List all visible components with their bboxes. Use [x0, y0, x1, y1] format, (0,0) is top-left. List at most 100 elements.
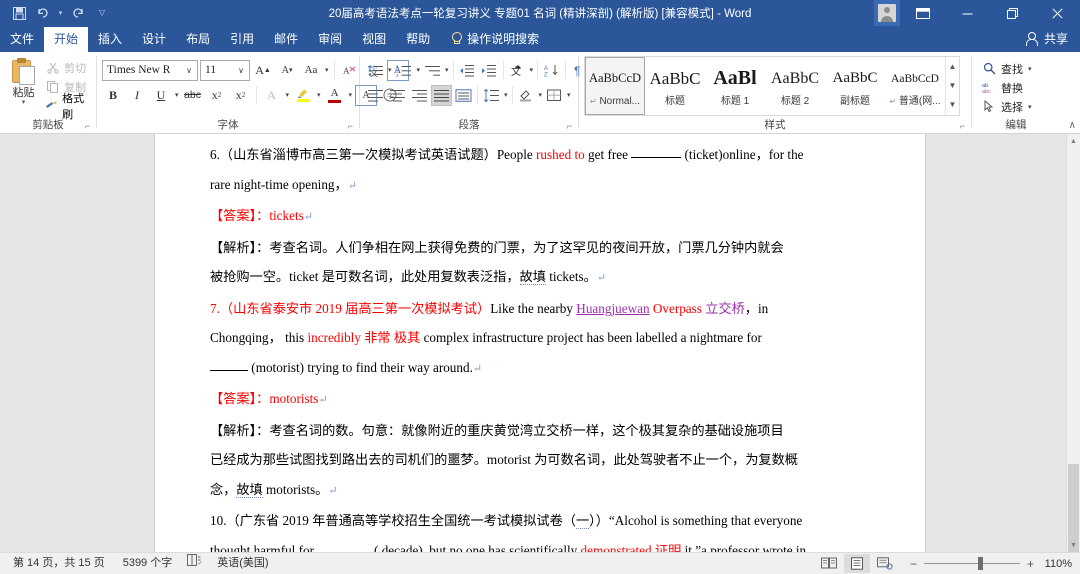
- customize-qat-icon[interactable]: ▽: [91, 3, 113, 23]
- styles-gallery-scrollbar[interactable]: ▲ ▼ ▼: [945, 57, 959, 115]
- text-effects-icon[interactable]: A: [261, 85, 283, 106]
- paragraph-q7-answer[interactable]: 【答案】：motorists↵: [210, 384, 865, 416]
- paragraph-q6-answer[interactable]: 【答案】：tickets↵: [210, 201, 865, 233]
- paragraph-q6-line2[interactable]: rare night-time opening，↵: [210, 170, 865, 202]
- cut-button[interactable]: 剪切: [42, 59, 91, 76]
- italic-button[interactable]: I: [126, 85, 148, 106]
- find-dropdown-icon[interactable]: ▾: [1027, 65, 1033, 73]
- superscript-button[interactable]: x2: [230, 85, 252, 106]
- page-content[interactable]: 6.（山东省淄博市高三第一次模拟考试英语试题）People rushed to …: [155, 134, 925, 552]
- numbering-dropdown-icon[interactable]: ▾: [416, 66, 422, 74]
- numbering-icon[interactable]: 123: [394, 60, 415, 81]
- increase-indent-icon[interactable]: [479, 60, 500, 81]
- select-dropdown-icon[interactable]: ▾: [1027, 103, 1033, 111]
- underline-button[interactable]: U: [150, 85, 172, 106]
- paragraph-q10-line1[interactable]: 10.（广东省 2019 年普通高等学校招生全国统一考试模拟试卷（一））“Alc…: [210, 506, 865, 536]
- style-item-heading1[interactable]: AaBl 标题 1: [705, 57, 765, 115]
- tell-me-search[interactable]: 操作说明搜索: [440, 26, 547, 52]
- multilevel-list-icon[interactable]: [422, 60, 443, 81]
- account-avatar[interactable]: [874, 0, 900, 26]
- styles-dialog-launcher[interactable]: ⌐: [957, 121, 968, 132]
- paragraph-q7-line1[interactable]: 7.（山东省泰安市 2019 届高三第一次模拟考试）Like the nearb…: [210, 294, 865, 324]
- line-spacing-dropdown-icon[interactable]: ▾: [503, 91, 509, 99]
- zoom-level-label[interactable]: 110%: [1042, 558, 1076, 570]
- document-area[interactable]: 6.（山东省淄博市高三第一次模拟考试英语试题）People rushed to …: [0, 134, 1080, 552]
- decrease-indent-icon[interactable]: [457, 60, 478, 81]
- text-highlight-color-icon[interactable]: [292, 85, 314, 106]
- paragraph-dialog-launcher[interactable]: ⌐: [564, 121, 575, 132]
- find-button[interactable]: 查找 ▾: [977, 59, 1033, 78]
- restore-button[interactable]: [990, 0, 1035, 26]
- tab-references[interactable]: 引用: [220, 27, 264, 52]
- share-button[interactable]: 共享: [1018, 26, 1080, 52]
- change-case-dropdown-icon[interactable]: ▾: [324, 66, 330, 74]
- clipboard-dialog-launcher[interactable]: ⌐: [82, 121, 93, 132]
- tab-home[interactable]: 开始: [44, 27, 89, 52]
- paragraph-q6-line1[interactable]: 6.（山东省淄博市高三第一次模拟考试英语试题）People rushed to …: [210, 140, 865, 170]
- page-number-status[interactable]: 第 14 页，共 15 页: [4, 553, 114, 574]
- align-center-icon[interactable]: [387, 85, 408, 106]
- ribbon-display-options-icon[interactable]: [900, 0, 945, 26]
- paragraph-q10-line2[interactable]: thought harmful for ( decade), but no one…: [210, 536, 865, 552]
- paste-button[interactable]: 粘贴 ▾: [5, 56, 42, 106]
- word-count-status[interactable]: 5399 个字: [114, 553, 182, 574]
- minimize-button[interactable]: [945, 0, 990, 26]
- close-button[interactable]: [1035, 0, 1080, 26]
- scroll-down-icon[interactable]: ▼: [1067, 538, 1080, 552]
- collapse-ribbon-icon[interactable]: ∧: [1069, 120, 1076, 131]
- style-item-subtitle[interactable]: AaBbC 副标题: [825, 57, 885, 115]
- gallery-scroll-up-icon[interactable]: ▲: [949, 58, 957, 76]
- chinese-layout-icon[interactable]: 文: [507, 60, 528, 81]
- strikethrough-button[interactable]: abc: [182, 85, 204, 106]
- change-case-button[interactable]: Aa: [300, 60, 322, 81]
- read-mode-view-button[interactable]: [816, 554, 842, 573]
- shading-dropdown-icon[interactable]: ▾: [538, 91, 544, 99]
- bullets-dropdown-icon[interactable]: ▾: [387, 66, 393, 74]
- bold-button[interactable]: B: [102, 85, 124, 106]
- align-left-icon[interactable]: [365, 85, 386, 106]
- undo-icon[interactable]: [32, 3, 54, 23]
- scroll-up-icon[interactable]: ▲: [1067, 134, 1080, 148]
- justify-icon[interactable]: [431, 84, 452, 106]
- font-size-combo[interactable]: 11 ∨: [200, 59, 250, 81]
- zoom-out-button[interactable]: −: [910, 558, 917, 570]
- clear-formatting-icon[interactable]: A: [339, 60, 361, 81]
- tab-review[interactable]: 审阅: [308, 27, 352, 52]
- highlight-dropdown-icon[interactable]: ▾: [316, 91, 322, 99]
- gallery-scroll-down-icon[interactable]: ▼: [949, 77, 957, 95]
- underline-dropdown-icon[interactable]: ▾: [174, 91, 180, 99]
- undo-dropdown-icon[interactable]: ▾: [56, 3, 65, 23]
- tab-layout[interactable]: 布局: [176, 27, 220, 52]
- select-button[interactable]: 选择 ▾: [977, 97, 1033, 116]
- borders-dropdown-icon[interactable]: ▾: [566, 91, 572, 99]
- shading-icon[interactable]: [516, 85, 537, 106]
- style-item-heading2[interactable]: AaBbC 标题 2: [765, 57, 825, 115]
- tab-file[interactable]: 文件: [0, 27, 44, 52]
- paragraph-q7-line2[interactable]: Chongqing， this incredibly 非常 极其 complex…: [210, 323, 865, 353]
- paragraph-q7-analysis-2[interactable]: 已经成为那些试图找到路出去的司机们的噩梦。motorist 为可数名词，此处驾驶…: [210, 445, 865, 475]
- document-page[interactable]: 6.（山东省淄博市高三第一次模拟考试英语试题）People rushed to …: [155, 134, 925, 552]
- vertical-scrollbar[interactable]: ▲ ▼: [1066, 134, 1080, 552]
- save-icon[interactable]: [8, 3, 30, 23]
- bullets-icon[interactable]: [365, 60, 386, 81]
- font-color-icon[interactable]: A: [324, 85, 346, 106]
- web-layout-view-button[interactable]: [872, 554, 898, 573]
- font-color-dropdown-icon[interactable]: ▾: [348, 91, 354, 99]
- distributed-align-icon[interactable]: [453, 85, 474, 106]
- paste-dropdown-icon[interactable]: ▾: [22, 99, 26, 106]
- paragraph-q7-line3[interactable]: (motorist) trying to find their way arou…: [210, 353, 865, 385]
- print-layout-view-button[interactable]: [843, 554, 870, 573]
- subscript-button[interactable]: x2: [206, 85, 228, 106]
- tab-help[interactable]: 帮助: [396, 27, 440, 52]
- text-effects-dropdown-icon[interactable]: ▾: [285, 91, 291, 99]
- paragraph-q7-analysis-1[interactable]: 【解析】：考查名词的数。句意：就像附近的重庆黄觉湾立交桥一样，这个极其复杂的基础…: [210, 416, 865, 446]
- replace-button[interactable]: ab abc 替换: [977, 78, 1033, 97]
- proofing-icon[interactable]: ✓: [181, 553, 208, 574]
- font-name-combo[interactable]: Times New R ∨: [102, 59, 198, 81]
- style-item-title[interactable]: AaBbC 标题: [645, 57, 705, 115]
- style-item-normal-web[interactable]: AaBbCcD ↵ 普通(网...: [885, 57, 945, 115]
- tab-mailings[interactable]: 邮件: [264, 27, 308, 52]
- zoom-slider-thumb[interactable]: [977, 557, 983, 570]
- gallery-more-icon[interactable]: ▼: [949, 96, 957, 114]
- paragraph-q6-analysis-1[interactable]: 【解析】：考查名词。人们争相在网上获得免费的门票，为了这罕见的夜间开放，门票几分…: [210, 233, 865, 263]
